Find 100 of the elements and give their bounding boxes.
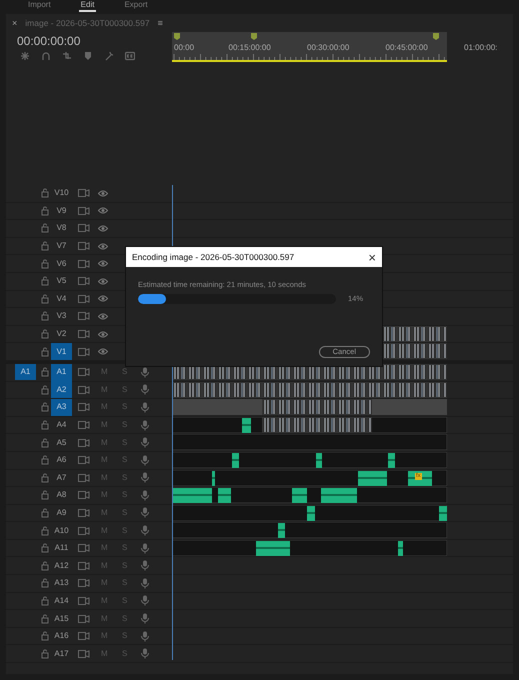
lock-icon[interactable]	[41, 543, 49, 554]
track-target-button[interactable]: A13	[51, 574, 72, 592]
sync-lock-icon[interactable]	[78, 420, 90, 430]
lock-icon[interactable]	[41, 596, 49, 606]
lock-icon[interactable]	[41, 420, 49, 430]
workspace-tab[interactable]: Edit	[78, 0, 96, 12]
lock-icon[interactable]	[41, 276, 49, 286]
eye-icon[interactable]	[98, 188, 108, 198]
lock-icon[interactable]	[41, 346, 49, 357]
microphone-icon[interactable]	[140, 454, 150, 466]
wrench-icon[interactable]	[104, 51, 114, 61]
sync-lock-icon[interactable]	[78, 276, 90, 286]
eye-icon[interactable]	[98, 347, 108, 356]
close-tab-button[interactable]: ×	[12, 18, 18, 28]
track-target-button[interactable]: V1	[51, 343, 72, 360]
sync-lock-icon[interactable]	[78, 346, 90, 357]
sync-lock-icon[interactable]	[78, 455, 90, 466]
microphone-icon[interactable]	[140, 525, 150, 536]
lock-icon[interactable]	[41, 206, 49, 216]
sync-lock-icon[interactable]	[78, 490, 90, 500]
sync-lock-icon[interactable]	[78, 402, 90, 412]
track-target-button[interactable]: A16	[51, 628, 72, 645]
track-target-button[interactable]: V9	[51, 202, 72, 220]
sync-lock-icon[interactable]	[78, 188, 90, 198]
lock-icon[interactable]	[41, 614, 49, 624]
microphone-icon[interactable]	[140, 648, 150, 660]
magnet-icon[interactable]	[41, 51, 51, 61]
track-target-button[interactable]: A6	[51, 452, 72, 469]
lock-icon[interactable]	[41, 455, 49, 466]
sync-lock-icon[interactable]	[78, 648, 90, 659]
sync-lock-icon[interactable]	[78, 614, 90, 624]
lock-icon[interactable]	[41, 472, 49, 483]
track-target-button[interactable]: A11	[51, 540, 72, 557]
lock-icon[interactable]	[41, 258, 49, 269]
sync-lock-icon[interactable]	[78, 367, 90, 378]
track-target-button[interactable]: A1	[51, 364, 72, 381]
sync-lock-icon[interactable]	[78, 258, 90, 269]
track-target-button[interactable]: A4	[51, 416, 72, 434]
sync-lock-icon[interactable]	[78, 508, 90, 518]
sync-lock-icon[interactable]	[78, 223, 90, 234]
track-target-button[interactable]: A8	[51, 486, 72, 504]
eye-icon[interactable]	[98, 294, 108, 304]
sync-lock-icon[interactable]	[78, 241, 90, 252]
microphone-icon[interactable]	[140, 507, 150, 518]
track-target-button[interactable]: A15	[51, 610, 72, 628]
lock-icon[interactable]	[41, 223, 49, 234]
microphone-icon[interactable]	[140, 366, 150, 378]
snap-icon[interactable]	[20, 51, 30, 61]
track-target-button[interactable]: V5	[51, 272, 72, 290]
lock-icon[interactable]	[41, 526, 49, 536]
track-target-button[interactable]: V7	[51, 238, 72, 255]
lock-icon[interactable]	[41, 438, 49, 448]
microphone-icon[interactable]	[140, 420, 150, 431]
sync-lock-icon[interactable]	[78, 329, 90, 340]
track-target-button[interactable]: V6	[51, 255, 72, 272]
microphone-icon[interactable]	[140, 630, 150, 642]
track-target-button[interactable]: A7	[51, 469, 72, 486]
lock-icon[interactable]	[41, 648, 49, 659]
workspace-tab[interactable]: Export	[122, 0, 150, 12]
microphone-icon[interactable]	[140, 490, 150, 501]
marker-icon[interactable]	[433, 33, 439, 40]
marker-icon[interactable]	[251, 33, 257, 40]
lock-icon[interactable]	[41, 241, 49, 252]
track-target-button[interactable]: A12	[51, 557, 72, 574]
source-patch-button[interactable]: A1	[15, 364, 36, 380]
sync-lock-icon[interactable]	[78, 438, 90, 448]
sync-lock-icon[interactable]	[78, 206, 90, 216]
close-button[interactable]: ×	[368, 250, 376, 264]
eye-icon[interactable]	[98, 276, 108, 286]
sync-lock-icon[interactable]	[78, 560, 90, 571]
sync-lock-icon[interactable]	[78, 526, 90, 536]
track-target-button[interactable]: V2	[51, 326, 72, 343]
marker-icon[interactable]	[83, 51, 93, 61]
eye-icon[interactable]	[98, 259, 108, 268]
microphone-icon[interactable]	[140, 613, 150, 624]
eye-icon[interactable]	[98, 242, 108, 251]
eye-icon[interactable]	[98, 312, 108, 321]
captions-icon[interactable]	[125, 51, 135, 61]
lock-icon[interactable]	[41, 631, 49, 642]
track-target-button[interactable]: V8	[51, 220, 72, 237]
track-target-button[interactable]: A9	[51, 504, 72, 522]
sync-lock-icon[interactable]	[78, 596, 90, 606]
microphone-icon[interactable]	[140, 578, 150, 589]
sync-lock-icon[interactable]	[78, 311, 90, 322]
lock-icon[interactable]	[41, 188, 49, 198]
track-target-button[interactable]: A2	[51, 381, 72, 398]
eye-icon[interactable]	[98, 206, 108, 216]
lock-icon[interactable]	[41, 311, 49, 322]
marker-icon[interactable]	[174, 33, 180, 40]
sync-lock-icon[interactable]	[78, 543, 90, 554]
microphone-icon[interactable]	[140, 560, 150, 572]
sync-lock-icon[interactable]	[78, 472, 90, 483]
eye-icon[interactable]	[98, 224, 108, 233]
microphone-icon[interactable]	[140, 472, 150, 484]
track-target-button[interactable]: V3	[51, 308, 72, 325]
lock-icon[interactable]	[41, 367, 49, 378]
track-target-button[interactable]: V4	[51, 290, 72, 308]
sequence-tab-title[interactable]: image - 2026-05-30T000300.597	[25, 16, 150, 30]
sync-lock-icon[interactable]	[78, 578, 90, 588]
microphone-icon[interactable]	[140, 402, 150, 413]
